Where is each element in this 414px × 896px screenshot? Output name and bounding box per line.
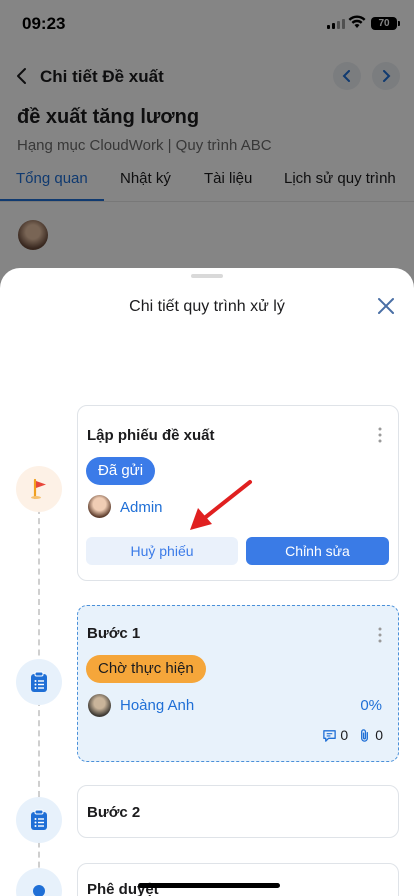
step-title: Lập phiếu đề xuất [87,427,215,444]
assignee-name[interactable]: Admin [120,499,163,516]
step-node-draft [16,466,62,512]
step-title: Bước 1 [87,625,141,642]
step-node-2 [16,797,62,843]
home-indicator [138,883,280,888]
step-title: Bước 2 [87,804,141,821]
step-node-approval [16,868,62,896]
process-detail-sheet: Chi tiết quy trình xử lý Lập phiếu đề xu… [0,268,414,896]
edit-button[interactable]: Chỉnh sửa [246,537,389,565]
flag-icon [31,478,46,500]
more-vertical-icon[interactable] [378,427,382,443]
progress-percent: 0% [360,697,382,714]
sheet-grabber[interactable] [191,274,223,278]
cancel-request-button[interactable]: Huỷ phiếu [86,537,238,565]
status-badge: Chờ thực hiện [86,655,206,683]
clipboard-icon [31,671,47,692]
comment-count: 0 [340,727,349,743]
attachment-icon[interactable] [357,728,372,743]
clipboard-icon [31,809,47,830]
dot-icon [33,885,45,896]
attachment-count: 0 [375,727,383,743]
step-node-1 [16,659,62,705]
sheet-title: Chi tiết quy trình xử lý [129,298,285,315]
step-card-approval[interactable]: Phê duyệt [77,863,399,896]
avatar [88,495,111,518]
comment-icon[interactable] [322,728,337,743]
more-vertical-icon[interactable] [378,627,382,643]
status-badge: Đã gửi [86,457,156,485]
step-card-2[interactable]: Bước 2 [77,785,399,838]
step-card-1[interactable]: Bước 1 Chờ thực hiện Hoàng Anh 0% 0 0 [77,605,399,762]
avatar [88,694,111,717]
close-icon[interactable] [376,296,396,316]
annotation-arrow [190,480,252,530]
assignee-name[interactable]: Hoàng Anh [120,697,194,714]
step-stats: 0 0 [322,727,383,743]
